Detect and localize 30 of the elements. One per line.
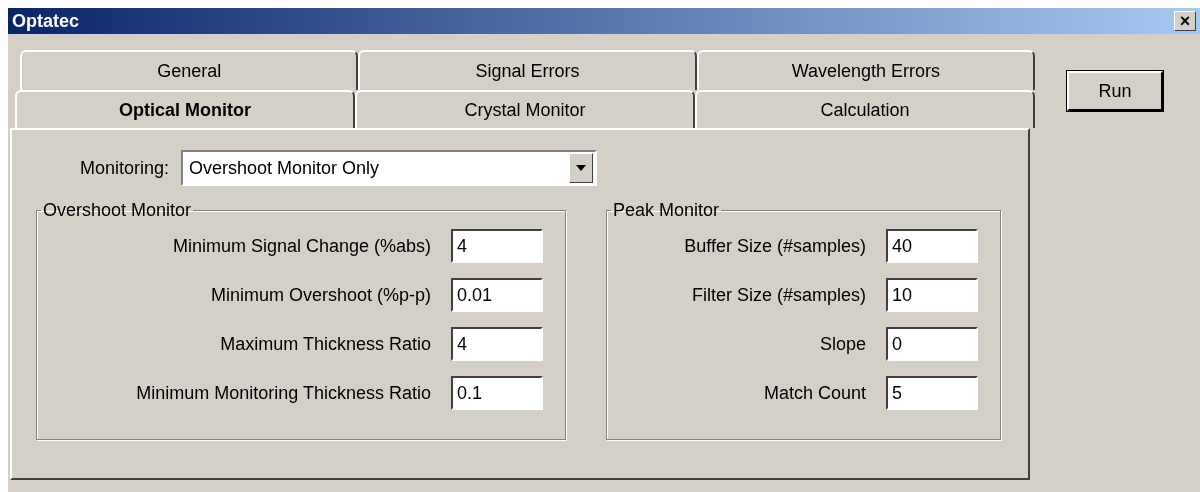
field-label: Buffer Size (#samples)	[683, 235, 866, 257]
field-label: Match Count	[762, 382, 866, 404]
field-label: Minimum Monitoring Thickness Ratio	[135, 382, 431, 404]
input-field[interactable]: 40	[886, 229, 978, 263]
input-field[interactable]: 0.01	[451, 278, 543, 312]
monitoring-dropdown[interactable]: Overshoot Monitor Only	[181, 150, 598, 186]
input-field[interactable]: 4	[451, 229, 543, 263]
group-title: Peak Monitor	[612, 200, 721, 221]
window-title: Optatec	[12, 10, 80, 32]
tab[interactable]: Crystal Monitor	[355, 90, 695, 128]
input-field[interactable]: 5	[886, 376, 978, 410]
field-label: Maximum Thickness Ratio	[219, 333, 431, 355]
close-button[interactable]: ×	[1174, 11, 1196, 31]
field-label: Slope	[818, 333, 866, 355]
field-label: Filter Size (#samples)	[690, 284, 866, 306]
input-field[interactable]: 10	[886, 278, 978, 312]
field-label: Minimum Overshoot (%p-p)	[209, 284, 431, 306]
input-field[interactable]: 0	[886, 327, 978, 361]
tab[interactable]: General	[20, 50, 359, 90]
caret-icon[interactable]	[569, 153, 594, 183]
input-field[interactable]: 4	[451, 327, 543, 361]
group-title: Overshoot Monitor	[42, 200, 193, 221]
monitoring-label: Monitoring:	[80, 157, 170, 179]
tab[interactable]: Signal Errors	[358, 50, 697, 90]
input-field[interactable]: 0.1	[451, 376, 543, 410]
tab[interactable]: Optical Monitor	[15, 90, 355, 128]
run-button[interactable]: Run	[1067, 71, 1163, 111]
tab[interactable]: Calculation	[695, 90, 1035, 128]
tab[interactable]: Wavelength Errors	[696, 50, 1035, 90]
field-label: Minimum Signal Change (%abs)	[171, 235, 431, 257]
